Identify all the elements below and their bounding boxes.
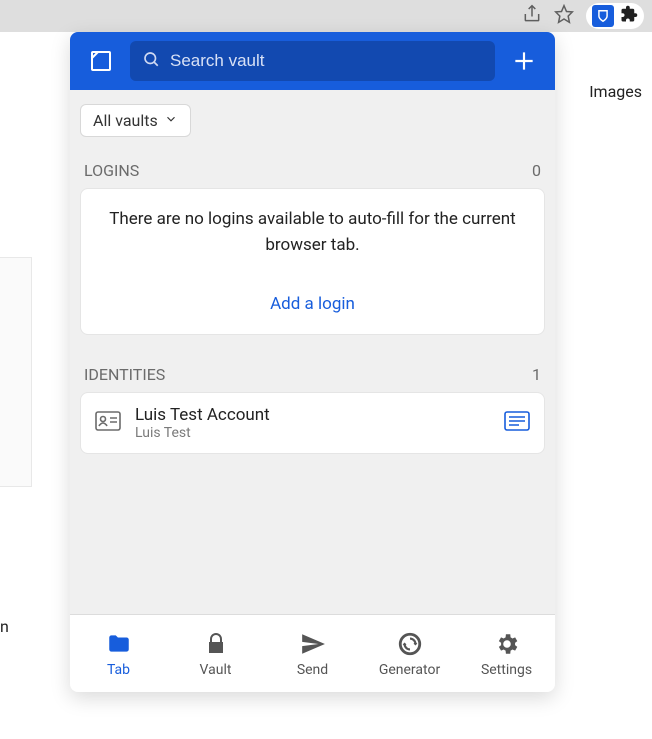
popup-body: All vaults LOGINS 0 There are no logins …: [70, 90, 555, 614]
popout-button[interactable]: [84, 44, 118, 78]
logins-count: 0: [532, 161, 541, 180]
refresh-icon: [396, 630, 424, 658]
gear-icon: [493, 630, 521, 658]
nav-tab[interactable]: Tab: [70, 615, 167, 692]
nav-settings-label: Settings: [481, 662, 532, 678]
bitwarden-popup: All vaults LOGINS 0 There are no logins …: [70, 32, 555, 692]
identities-card: Luis Test Account Luis Test: [80, 392, 545, 454]
truncated-text: n: [0, 617, 9, 636]
nav-generator-label: Generator: [379, 662, 440, 678]
chevron-down-icon: [164, 111, 178, 130]
nav-tab-label: Tab: [107, 662, 130, 678]
popup-header: [70, 32, 555, 90]
identities-title: IDENTITIES: [84, 365, 165, 384]
nav-settings[interactable]: Settings: [458, 615, 555, 692]
identities-section-header: IDENTITIES 1: [80, 359, 545, 392]
extension-pill: [586, 3, 644, 29]
background-panel: [0, 257, 32, 487]
logins-title: LOGINS: [84, 161, 139, 180]
nav-generator[interactable]: Generator: [361, 615, 458, 692]
logins-card: There are no logins available to auto-fi…: [80, 188, 545, 335]
nav-send[interactable]: Send: [264, 615, 361, 692]
nav-vault[interactable]: Vault: [167, 615, 264, 692]
search-icon: [142, 50, 160, 72]
identity-name: Luis Test Account: [135, 405, 490, 425]
add-item-button[interactable]: [507, 44, 541, 78]
share-icon[interactable]: [522, 4, 542, 28]
lock-icon: [202, 630, 230, 658]
vault-filter-label: All vaults: [93, 111, 158, 130]
identities-count: 1: [532, 365, 541, 384]
view-item-button[interactable]: [504, 411, 530, 435]
star-icon[interactable]: [554, 4, 574, 28]
bitwarden-icon[interactable]: [592, 5, 614, 27]
id-card-icon: [95, 411, 121, 435]
vault-filter-dropdown[interactable]: All vaults: [80, 104, 191, 137]
add-login-link[interactable]: Add a login: [81, 280, 544, 314]
bottom-nav: Tab Vault Send Generator Settings: [70, 614, 555, 692]
search-input[interactable]: [170, 51, 483, 71]
identity-main: Luis Test Account Luis Test: [135, 405, 490, 441]
search-field[interactable]: [130, 41, 495, 81]
logins-section-header: LOGINS 0: [80, 155, 545, 188]
identity-subtitle: Luis Test: [135, 425, 490, 441]
browser-toolbar: [0, 0, 652, 32]
identity-row[interactable]: Luis Test Account Luis Test: [81, 393, 544, 453]
nav-send-label: Send: [297, 662, 328, 678]
paper-plane-icon: [299, 630, 327, 658]
logins-empty-message: There are no logins available to auto-fi…: [81, 189, 544, 280]
nav-vault-label: Vault: [200, 662, 232, 678]
folder-icon: [105, 630, 133, 658]
extensions-icon[interactable]: [620, 5, 638, 27]
images-link[interactable]: Images: [589, 82, 642, 101]
